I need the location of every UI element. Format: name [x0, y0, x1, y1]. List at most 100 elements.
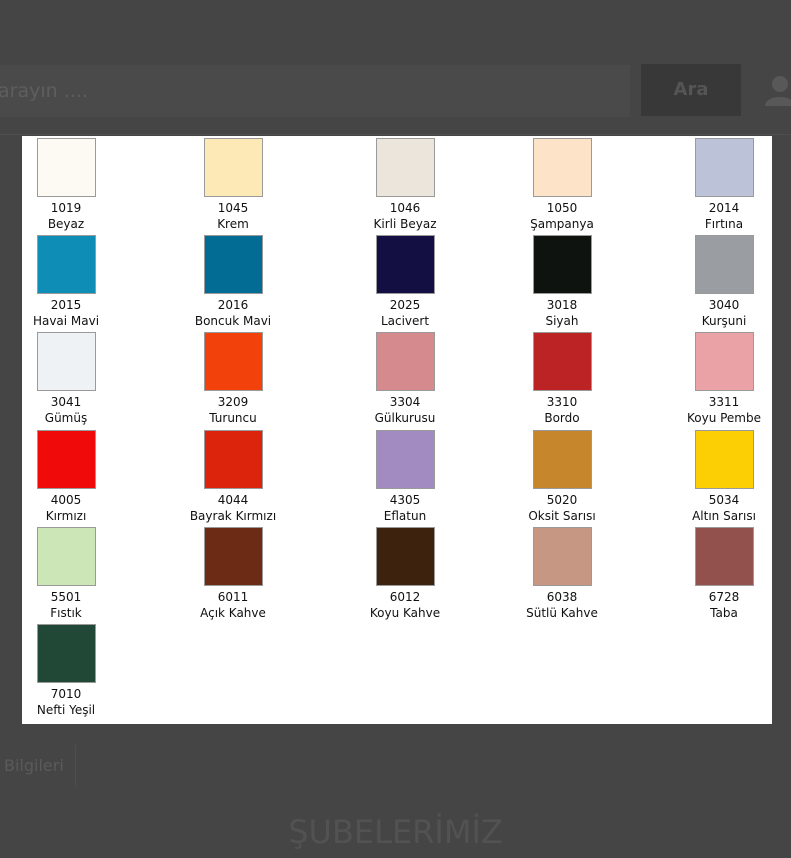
- color-swatch-code: 5501: [50, 589, 82, 604]
- color-swatch-code: 3304: [389, 395, 421, 410]
- color-swatch-box: [375, 138, 435, 197]
- color-swatch: 4305 Eflatun: [345, 429, 465, 526]
- color-swatch-name: Kurşuni: [701, 314, 747, 329]
- color-swatch: 2015 Havai Mavi: [6, 234, 126, 331]
- color-swatch-code: 1050: [546, 201, 578, 215]
- color-swatch-code: 4305: [389, 492, 421, 507]
- color-swatch-name: Boncuk Mavi: [194, 314, 272, 329]
- color-swatch: 3304 Gülkurusu: [345, 331, 465, 428]
- color-swatch-code: 3040: [708, 298, 740, 313]
- color-swatch-box: [375, 429, 435, 489]
- color-swatch-code: 6012: [389, 589, 421, 604]
- color-swatch-box: [694, 332, 754, 392]
- color-swatch: 3018 Siyah: [502, 234, 622, 331]
- color-swatch-box: [203, 138, 263, 197]
- color-swatch-code: 1019: [50, 201, 82, 215]
- color-swatch-name: Açık Kahve: [200, 605, 266, 620]
- color-swatch-box: [36, 429, 96, 489]
- color-swatch-name: Koyu Kahve: [369, 605, 441, 620]
- color-swatch: 6038 Sütlü Kahve: [502, 526, 622, 623]
- color-swatch-box: [36, 526, 96, 586]
- color-swatch-code: 5020: [546, 492, 578, 507]
- color-swatch-code: 1045: [217, 201, 249, 215]
- color-swatch-code: 3209: [217, 395, 249, 410]
- color-swatch: 1050 Şampanya: [502, 137, 622, 234]
- color-swatch-name: Altın Sarısı: [692, 508, 756, 523]
- color-swatch: 2025 Lacivert: [345, 234, 465, 331]
- color-swatch-name: Oksit Sarısı: [528, 508, 596, 523]
- color-swatch-name: Kirli Beyaz: [373, 217, 437, 231]
- color-swatch-box: [36, 624, 96, 683]
- color-swatch-code: 5034: [708, 492, 740, 507]
- color-swatch-box: [694, 429, 754, 489]
- color-swatch: 3310 Bordo: [502, 331, 622, 428]
- color-swatch: 5501 Fıstık: [6, 526, 126, 623]
- color-swatch: 3041 Gümüş: [6, 331, 126, 428]
- color-swatch-code: 6011: [217, 589, 249, 604]
- color-swatch-code: 2016: [217, 298, 249, 313]
- color-swatch: 4044 Bayrak Kırmızı: [173, 429, 293, 526]
- color-swatch: 6012 Koyu Kahve: [345, 526, 465, 623]
- color-swatch-box: [694, 526, 754, 586]
- color-swatch-box: [532, 235, 592, 295]
- color-swatch: 3311 Koyu Pembe: [664, 331, 784, 428]
- color-swatch: 1045 Krem: [173, 137, 293, 234]
- color-swatch-box: [36, 332, 96, 392]
- color-swatch-box: [694, 235, 754, 295]
- color-swatch: 3040 Kurşuni: [664, 234, 784, 331]
- color-swatch-code: 3310: [546, 395, 578, 410]
- color-swatch: 1019 Beyaz: [6, 137, 126, 234]
- color-swatch-box: [203, 429, 263, 489]
- color-swatch-code: 2015: [50, 298, 82, 313]
- user-icon[interactable]: [765, 74, 791, 106]
- color-swatch: 4005 Kırmızı: [6, 429, 126, 526]
- color-swatch-name: Gülkurusu: [374, 411, 436, 426]
- color-swatch-box: [36, 235, 96, 295]
- color-swatch-name: Taba: [710, 605, 738, 620]
- color-swatch-box: [694, 138, 754, 197]
- color-swatch: 5020 Oksit Sarısı: [502, 429, 622, 526]
- color-swatch-code: 2014: [708, 201, 740, 215]
- color-swatch-name: Turuncu: [209, 411, 257, 426]
- color-chart-modal: 1019 Beyaz 1045 Krem 1046 Kirli Beyaz 1050 Şamp…: [22, 136, 772, 724]
- color-swatch: 2016 Boncuk Mavi: [173, 234, 293, 331]
- color-swatch-name: Koyu Pembe: [686, 411, 761, 426]
- color-swatch-code: 4044: [217, 492, 249, 507]
- color-swatch-grid: 1019 Beyaz 1045 Krem 1046 Kirli Beyaz 1050 Şamp…: [22, 136, 772, 724]
- color-swatch-name: Bordo: [544, 411, 580, 426]
- color-swatch-name: Şampanya: [530, 217, 594, 231]
- color-swatch-code: 3041: [50, 395, 82, 410]
- header-divider: [0, 134, 791, 135]
- color-swatch-code: 4005: [50, 492, 82, 507]
- color-swatch: 2014 Fırtına: [664, 137, 784, 234]
- search-input[interactable]: [0, 65, 630, 117]
- color-swatch-name: Sütlü Kahve: [526, 605, 598, 620]
- color-swatch-name: Nefti Yeşil: [36, 703, 96, 717]
- color-swatch: 6011 Açık Kahve: [173, 526, 293, 623]
- color-swatch-box: [532, 332, 592, 392]
- color-swatch-code: 6038: [546, 589, 578, 604]
- color-swatch-name: Lacivert: [380, 314, 430, 329]
- search-button[interactable]: Ara: [641, 64, 741, 116]
- color-swatch-code: 6728: [708, 589, 740, 604]
- color-swatch-name: Kırmızı: [45, 508, 87, 523]
- color-swatch-code: 2025: [389, 298, 421, 313]
- color-swatch: 1046 Kirli Beyaz: [345, 137, 465, 234]
- color-swatch-name: Fırtına: [704, 217, 744, 231]
- color-swatch-code: 1046: [389, 201, 421, 215]
- color-swatch-box: [532, 526, 592, 586]
- tab-bilgileri[interactable]: Bilgileri: [0, 745, 76, 787]
- color-swatch: 7010 Nefti Yeşil: [6, 623, 126, 720]
- color-swatch-box: [36, 138, 96, 197]
- color-swatch-box: [532, 138, 592, 197]
- color-swatch-box: [375, 235, 435, 295]
- color-swatch-name: Eflatun: [383, 508, 427, 523]
- color-swatch-code: 3311: [708, 395, 740, 410]
- color-swatch-name: Siyah: [545, 314, 579, 329]
- color-swatch-box: [203, 235, 263, 295]
- color-swatch: 6728 Taba: [664, 526, 784, 623]
- color-swatch-box: [375, 332, 435, 392]
- color-swatch-box: [532, 429, 592, 489]
- color-swatch: 3209 Turuncu: [173, 331, 293, 428]
- color-swatch-box: [203, 332, 263, 392]
